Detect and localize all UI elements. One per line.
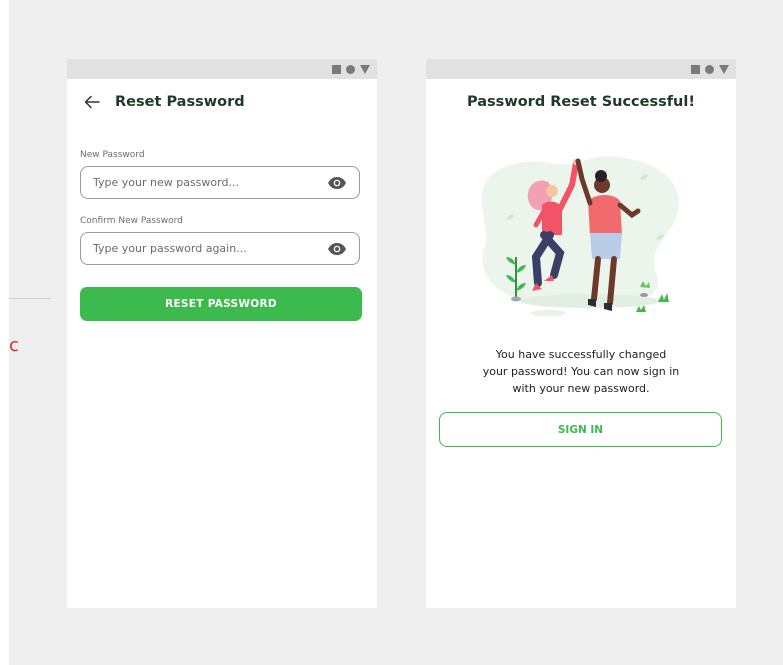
sign-in-button[interactable]: SIGN IN [439, 412, 722, 447]
high-five-illustration [481, 156, 679, 316]
square-icon [691, 64, 700, 74]
triangle-icon [719, 64, 729, 74]
eye-icon[interactable] [327, 242, 347, 256]
page-title: Password Reset Successful! [467, 94, 695, 110]
circle-icon [705, 64, 714, 74]
reset-password-screen: Reset Password New Password Confirm New … [67, 59, 377, 608]
circle-icon [346, 64, 355, 74]
stray-text: c [9, 335, 19, 356]
app-header: Password Reset Successful! [426, 79, 736, 125]
new-password-field[interactable] [80, 166, 360, 199]
eye-icon[interactable] [327, 176, 347, 190]
confirm-password-field[interactable] [80, 232, 360, 265]
status-bar [67, 59, 377, 79]
confirm-password-label: Confirm New Password [80, 216, 183, 226]
new-password-label: New Password [80, 150, 145, 160]
app-header: Reset Password [67, 79, 377, 125]
triangle-icon [360, 64, 370, 74]
confirm-password-input[interactable] [81, 241, 327, 256]
divider-fragment [9, 298, 51, 299]
back-arrow-icon[interactable] [83, 93, 101, 111]
reset-password-button[interactable]: RESET PASSWORD [80, 287, 362, 321]
message-line: your password! You can now sign in [482, 365, 680, 378]
page-title: Reset Password [115, 94, 245, 110]
new-password-input[interactable] [81, 175, 327, 190]
reset-success-screen: Password Reset Successful! You have succ… [426, 59, 736, 608]
status-bar [426, 59, 736, 79]
message-line: You have successfully changed [495, 348, 667, 361]
message-line: with your new password. [512, 382, 650, 395]
success-message: You have successfully changed your passw… [466, 346, 696, 397]
square-icon [332, 64, 341, 74]
